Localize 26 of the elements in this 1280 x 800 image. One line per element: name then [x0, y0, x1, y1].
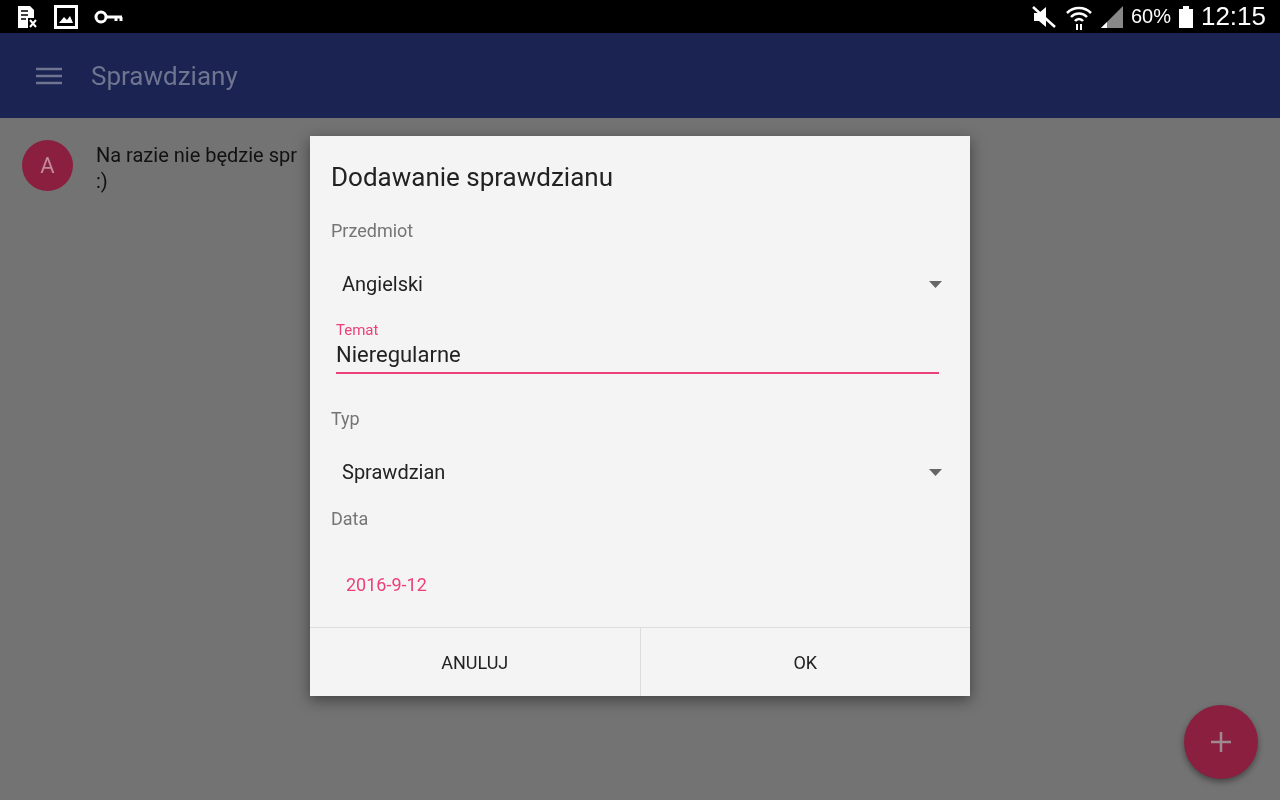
add-button[interactable] [1184, 705, 1258, 779]
field-label: Przedmiot [331, 220, 415, 242]
item-text: Na razie nie będzie spr [96, 142, 297, 168]
menu-icon[interactable] [36, 66, 62, 85]
battery-percent: 60% [1130, 5, 1171, 28]
clock: 12:15 [1200, 1, 1266, 32]
field-label: Typ [331, 408, 361, 430]
app-title: Sprawdziany [91, 60, 238, 91]
signal-icon [1100, 5, 1123, 28]
key-icon [94, 8, 124, 25]
avatar: A [22, 140, 73, 191]
dialog-button[interactable]: OK [639, 628, 970, 696]
item-text: :) [96, 168, 108, 194]
dropdown-arrow-icon [929, 280, 942, 288]
dialog-title: Dodawanie sprawdzianu [331, 161, 614, 194]
dropdown[interactable]: Sprawdzian [331, 446, 944, 498]
text-field[interactable]: Temat Nieregularne [336, 320, 939, 374]
image-icon [54, 4, 78, 29]
battery-icon [1178, 5, 1193, 28]
dialog-button[interactable]: ANULUJ [310, 628, 640, 696]
plus-icon [1211, 732, 1231, 752]
mute-icon [1030, 4, 1057, 29]
document-icon [16, 4, 38, 29]
dropdown[interactable]: Angielski [331, 258, 944, 310]
dropdown-arrow-icon [929, 468, 942, 476]
field-label: Data [331, 508, 370, 530]
